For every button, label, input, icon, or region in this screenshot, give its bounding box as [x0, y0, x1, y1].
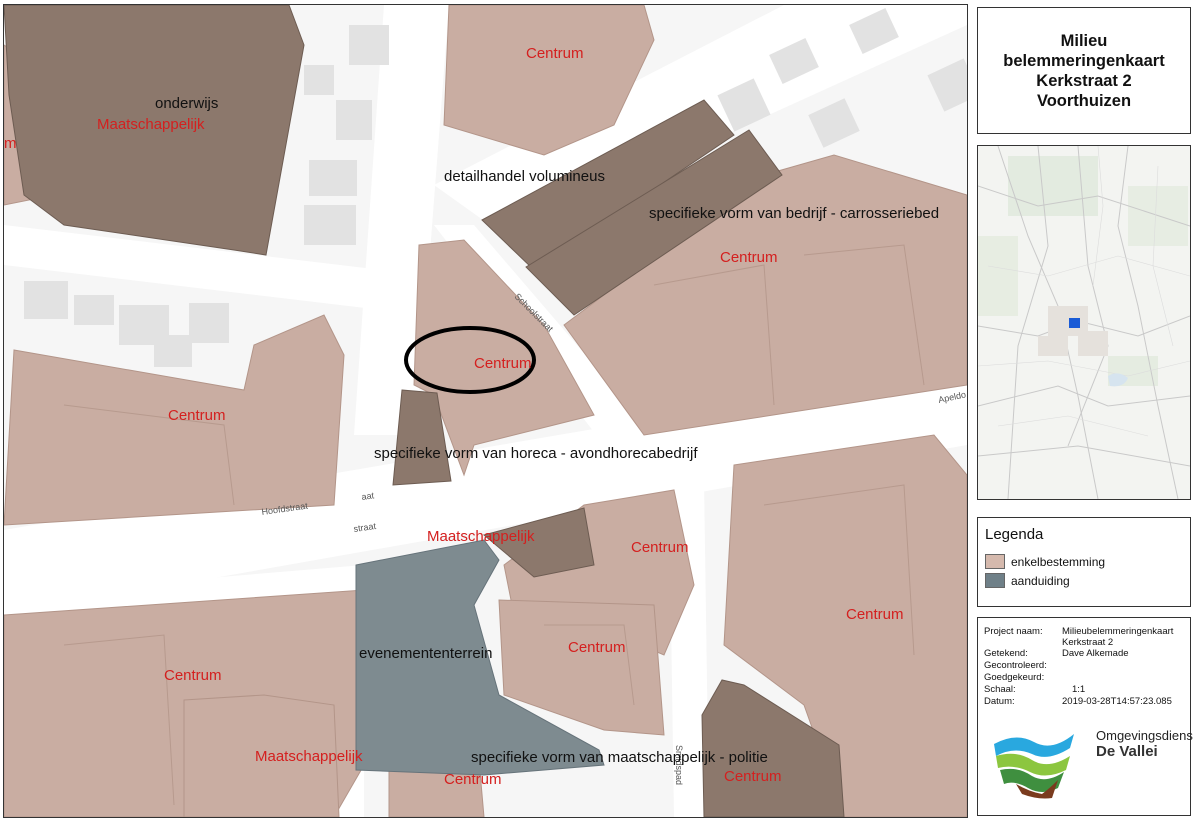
- overview-map[interactable]: [977, 145, 1191, 500]
- label-centrum-bottom-left: Centrum: [164, 667, 222, 684]
- info-schaal-value: 1:1: [1072, 684, 1086, 695]
- info-project-key: Project naam:: [984, 626, 1043, 637]
- label-onderwijs: onderwijs: [155, 95, 218, 112]
- info-goedgekeurd: Goedgekeurd:: [984, 672, 1189, 683]
- legend-title: Legenda: [985, 526, 1044, 543]
- label-maatschappelijk-mid: Maatschappelijk: [427, 528, 535, 545]
- location-marker: [1069, 318, 1080, 328]
- info-getekend-value: Dave Alkemade: [1062, 648, 1129, 659]
- title-line-1: Milieu: [1060, 31, 1108, 50]
- omgevingsdienst-logo: Omgevingsdienst De Vallei: [986, 722, 1193, 812]
- info-project-value-2: Kerkstraat 2: [1062, 637, 1114, 648]
- label-evenemententerrein: evenemententerrein: [359, 645, 492, 662]
- map-title: Milieu belemmeringenkaart Kerkstraat 2 V…: [1003, 31, 1164, 111]
- omgevingsdienst-logo-icon: [994, 734, 1074, 799]
- legend-swatch-enkelbestemming: [985, 554, 1005, 569]
- title-panel: Milieu belemmeringenkaart Kerkstraat 2 V…: [977, 7, 1191, 134]
- legend-panel: Legenda enkelbestemming aanduiding: [977, 517, 1191, 607]
- info-project: Project naam: Milieubelemmeringenkaart K…: [984, 626, 1189, 648]
- label-centrum-top: Centrum: [526, 45, 584, 62]
- logo-line-2: De Vallei: [1096, 743, 1158, 760]
- info-gecontroleerd: Gecontroleerd:: [984, 660, 1189, 671]
- info-gecontroleerd-key: Gecontroleerd:: [984, 660, 1047, 671]
- main-map[interactable]: Schoolstraat Apeldo Hoofdstraat aat stra…: [3, 4, 968, 818]
- info-datum-key: Datum:: [984, 696, 1015, 707]
- label-centrum-left: Centrum: [168, 407, 226, 424]
- overview-map-canvas: [978, 146, 1190, 499]
- label-centrum-far-right: Centrum: [846, 606, 904, 623]
- label-carrosserie: specifieke vorm van bedrijf - carrosseri…: [649, 205, 939, 222]
- map-canvas[interactable]: Schoolstraat Apeldo Hoofdstraat aat stra…: [4, 5, 967, 817]
- label-maatschappelijk-bottom: Maatschappelijk: [255, 748, 363, 765]
- info-schaal-key: Schaal:: [984, 684, 1016, 695]
- label-politie: specifieke vorm van maatschappelijk - po…: [471, 749, 768, 766]
- label-centrum-inner: Centrum: [568, 639, 626, 656]
- title-line-4: Voorthuizen: [1036, 91, 1132, 110]
- label-centrum-right-mid: Centrum: [720, 249, 778, 266]
- label-centrum-bottom-right: Centrum: [724, 768, 782, 785]
- label-maatschappelijk-top: Maatschappelijk: [97, 116, 205, 133]
- info-project-value: Milieubelemmeringenkaart: [1062, 626, 1174, 637]
- title-line-2: belemmeringenkaart: [1003, 51, 1165, 70]
- info-datum: Datum: 2019-03-28T14:57:23.085: [984, 696, 1189, 707]
- label-centrum-left-edge: m: [4, 135, 17, 152]
- info-getekend-key: Getekend:: [984, 648, 1028, 659]
- label-centrum-circle: Centrum: [474, 355, 532, 372]
- street-aat: aat: [361, 490, 375, 502]
- info-getekend: Getekend: Dave Alkemade: [984, 648, 1189, 659]
- title-line-3: Kerkstraat 2: [1036, 71, 1132, 90]
- label-detailhandel: detailhandel volumineus: [444, 168, 605, 185]
- label-horeca: specifieke vorm van horeca - avondhoreca…: [374, 445, 698, 462]
- info-datum-value: 2019-03-28T14:57:23.085: [1062, 696, 1172, 707]
- legend-item-enkelbestemming: enkelbestemming: [985, 554, 1105, 569]
- legend-label-aanduiding: aanduiding: [1011, 573, 1070, 588]
- label-centrum-mid-right: Centrum: [631, 539, 689, 556]
- legend-swatch-aanduiding: [985, 573, 1005, 588]
- logo-line-1: Omgevingsdienst: [1096, 728, 1193, 743]
- legend-label-enkelbestemming: enkelbestemming: [1011, 554, 1106, 569]
- legend-item-aanduiding: aanduiding: [985, 573, 1070, 588]
- label-centrum-bottom: Centrum: [444, 771, 502, 788]
- info-schaal: Schaal: 1:1: [984, 684, 1189, 695]
- info-panel: Project naam: Milieubelemmeringenkaart K…: [977, 617, 1193, 816]
- info-goedgekeurd-key: Goedgekeurd:: [984, 672, 1045, 683]
